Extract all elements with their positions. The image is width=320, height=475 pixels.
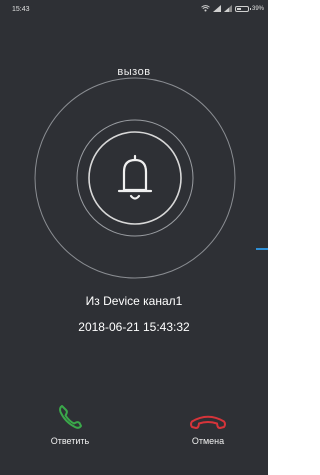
phone-hangup-icon bbox=[190, 415, 226, 429]
inner-ring bbox=[88, 131, 182, 225]
caller-name: Из Device канал1 bbox=[85, 294, 183, 308]
phone-icon bbox=[59, 405, 82, 429]
bell-icon bbox=[117, 154, 153, 200]
answer-button[interactable]: Ответить bbox=[30, 402, 110, 446]
cancel-label: Отмена bbox=[191, 436, 225, 446]
cancel-button[interactable]: Отмена bbox=[168, 414, 248, 446]
outer-ring bbox=[34, 77, 236, 279]
middle-ring bbox=[76, 119, 194, 237]
side-indicator[interactable] bbox=[256, 248, 268, 250]
call-datetime: 2018-06-21 15:43:32 bbox=[78, 320, 190, 334]
answer-label: Ответить bbox=[50, 436, 90, 446]
incoming-call-screen: 15:43 39% вызов Из Device канал1 2018-06… bbox=[0, 0, 268, 475]
